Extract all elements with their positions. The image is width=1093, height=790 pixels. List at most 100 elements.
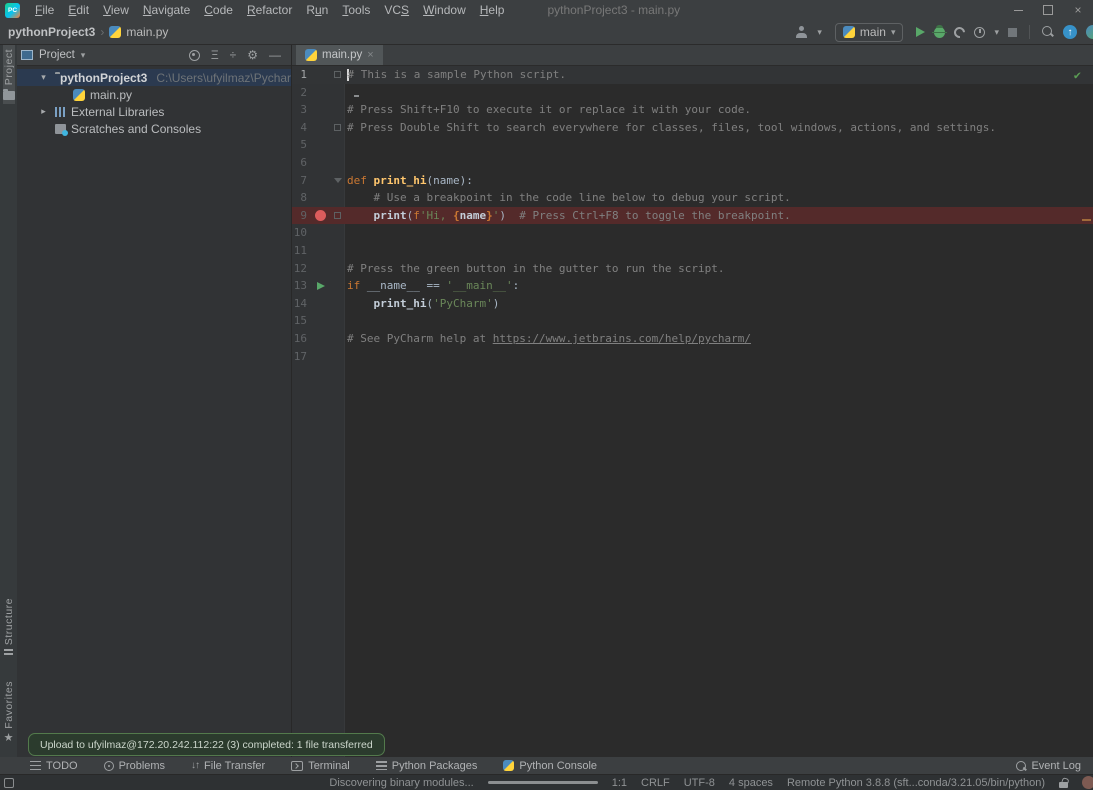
code-line-7[interactable]: 7def print_hi(name): xyxy=(292,172,1093,190)
tool-button-event-log[interactable]: Event Log xyxy=(1016,760,1093,772)
code-line-2[interactable]: 2 xyxy=(292,84,1093,102)
line-number[interactable]: 10 xyxy=(292,224,307,242)
status-progress-label[interactable]: Discovering binary modules... xyxy=(329,777,473,789)
code-line-10[interactable]: 10 xyxy=(292,224,1093,242)
breadcrumb-project[interactable]: pythonProject3 xyxy=(8,25,95,39)
code-area[interactable]: 1# This is a sample Python script.✔23# P… xyxy=(292,66,1093,365)
line-number[interactable]: 8 xyxy=(292,189,307,207)
status-edge-icon[interactable] xyxy=(1082,776,1093,789)
code-segment-link[interactable]: https://www.jetbrains.com/help/pycharm/ xyxy=(493,332,751,345)
expand-all-icon[interactable]: Ξ xyxy=(211,49,219,61)
lock-icon[interactable] xyxy=(1059,782,1068,788)
tree-item-main-py[interactable]: main.py xyxy=(17,86,291,103)
line-number[interactable]: 6 xyxy=(292,154,307,172)
project-panel-dropdown-icon[interactable]: ▾ xyxy=(81,50,86,61)
line-number[interactable]: 2 xyxy=(292,84,307,102)
profiler-dropdown-icon[interactable]: ▾ xyxy=(994,27,999,38)
menu-refactor[interactable]: Refactor xyxy=(240,0,299,20)
tab-close-icon[interactable]: × xyxy=(367,49,373,61)
code-line-9[interactable]: 9 print(f'Hi, {name}') # Press Ctrl+F8 t… xyxy=(292,207,1093,225)
code-line-12[interactable]: 12# Press the green button in the gutter… xyxy=(292,260,1093,278)
tool-window-switcher-icon[interactable] xyxy=(4,778,14,788)
menu-window[interactable]: Window xyxy=(416,0,473,20)
minimize-icon[interactable] xyxy=(1003,0,1033,20)
fold-marker-icon[interactable] xyxy=(334,71,341,78)
menu-edit[interactable]: Edit xyxy=(61,0,96,20)
close-icon[interactable]: × xyxy=(1063,0,1093,20)
line-number[interactable]: 16 xyxy=(292,330,307,348)
gear-icon[interactable]: ⚙ xyxy=(247,49,258,61)
menu-file[interactable]: File xyxy=(28,0,61,20)
fold-marker-icon[interactable] xyxy=(334,178,342,183)
tree-item-external-libraries[interactable]: ▸External Libraries xyxy=(17,103,291,120)
tree-item-scratches-and-consoles[interactable]: Scratches and Consoles xyxy=(17,120,291,137)
code-line-4[interactable]: 4# Press Double Shift to search everywhe… xyxy=(292,119,1093,137)
line-number[interactable]: 12 xyxy=(292,260,307,278)
tool-button-terminal[interactable]: Terminal xyxy=(291,760,350,772)
code-line-15[interactable]: 15 xyxy=(292,312,1093,330)
user-dropdown-icon[interactable]: ▾ xyxy=(817,27,822,38)
project-panel-title[interactable]: Project xyxy=(39,49,75,61)
code-line-5[interactable]: 5 xyxy=(292,136,1093,154)
code-line-13[interactable]: 13if __name__ == '__main__': xyxy=(292,277,1093,295)
status-indent[interactable]: 4 spaces xyxy=(729,777,773,789)
tab-main-py[interactable]: main.py × xyxy=(296,45,383,65)
menu-view[interactable]: View xyxy=(96,0,136,20)
breakpoint-icon[interactable] xyxy=(315,210,326,221)
line-number[interactable]: 7 xyxy=(292,172,307,190)
run-configuration-select[interactable]: main ▾ xyxy=(835,23,904,42)
fold-marker-icon[interactable] xyxy=(334,212,341,219)
code-line-3[interactable]: 3# Press Shift+F10 to execute it or repl… xyxy=(292,101,1093,119)
line-number[interactable]: 1 xyxy=(292,66,307,84)
code-line-16[interactable]: 16# See PyCharm help at https://www.jetb… xyxy=(292,330,1093,348)
line-number[interactable]: 9 xyxy=(292,207,307,225)
menu-code[interactable]: Code xyxy=(197,0,240,20)
status-caret-position[interactable]: 1:1 xyxy=(612,777,627,789)
status-encoding[interactable]: UTF-8 xyxy=(684,777,715,789)
code-line-11[interactable]: 11 xyxy=(292,242,1093,260)
tool-button-structure[interactable]: Structure xyxy=(3,594,15,661)
line-number[interactable]: 17 xyxy=(292,348,307,366)
profiler-button[interactable] xyxy=(974,27,985,38)
code-line-17[interactable]: 17 xyxy=(292,348,1093,366)
search-icon[interactable] xyxy=(1042,26,1054,38)
maximize-icon[interactable] xyxy=(1033,0,1063,20)
code-line-6[interactable]: 6 xyxy=(292,154,1093,172)
menu-help[interactable]: Help xyxy=(473,0,512,20)
line-number[interactable]: 3 xyxy=(292,101,307,119)
line-number[interactable]: 13 xyxy=(292,277,307,295)
coverage-button[interactable] xyxy=(952,24,967,39)
line-number[interactable]: 11 xyxy=(292,242,307,260)
tool-button-file-transfer[interactable]: ↓↑File Transfer xyxy=(191,760,265,772)
code-line-14[interactable]: 14 print_hi('PyCharm') xyxy=(292,295,1093,313)
code-line-8[interactable]: 8 # Use a breakpoint in the code line be… xyxy=(292,189,1093,207)
tool-button-python-packages[interactable]: Python Packages xyxy=(376,760,478,772)
locate-file-icon[interactable] xyxy=(189,50,200,61)
tool-button-project[interactable]: Project xyxy=(3,45,15,104)
run-button[interactable] xyxy=(916,27,925,37)
line-number[interactable]: 5 xyxy=(292,136,307,154)
menu-run[interactable]: Run xyxy=(299,0,335,20)
menu-navigate[interactable]: Navigate xyxy=(136,0,197,20)
line-number[interactable]: 14 xyxy=(292,295,307,313)
hide-panel-icon[interactable]: — xyxy=(269,49,281,61)
update-icon[interactable]: ↑ xyxy=(1063,25,1077,39)
tree-chevron-icon[interactable]: ▾ xyxy=(37,72,50,83)
breadcrumb-file[interactable]: main.py xyxy=(126,25,168,39)
tool-button-python-console[interactable]: Python Console xyxy=(503,760,597,772)
status-interpreter[interactable]: Remote Python 3.8.8 (sft...conda/3.21.05… xyxy=(787,777,1045,789)
line-number[interactable]: 4 xyxy=(292,119,307,137)
status-line-separator[interactable]: CRLF xyxy=(641,777,670,789)
debug-button[interactable] xyxy=(934,27,945,38)
menu-tools[interactable]: Tools xyxy=(335,0,377,20)
tool-button-problems[interactable]: Problems xyxy=(104,760,165,772)
tool-button-favorites[interactable]: Favorites ★ xyxy=(3,677,15,747)
menu-vcs[interactable]: VCS xyxy=(377,0,416,20)
notification-balloon[interactable]: Upload to ufyilmaz@172.20.242.112:22 (3)… xyxy=(28,733,385,756)
collapse-all-icon[interactable]: ÷ xyxy=(230,49,237,61)
tree-item-pythonproject3[interactable]: ▾pythonProject3C:\Users\ufyilmaz\Pycharm… xyxy=(17,69,291,86)
tool-button-todo[interactable]: TODO xyxy=(30,760,78,772)
line-number[interactable]: 15 xyxy=(292,312,307,330)
fold-marker-icon[interactable] xyxy=(334,124,341,131)
toolbar-edge-icon[interactable] xyxy=(1086,25,1093,39)
